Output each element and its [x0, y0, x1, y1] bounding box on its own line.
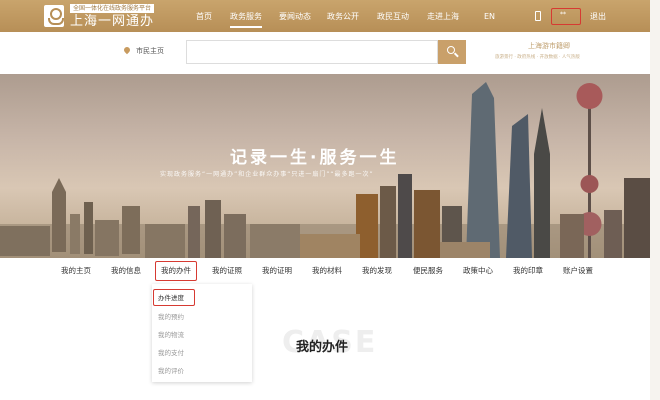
- user-name[interactable]: **: [560, 11, 566, 19]
- dropdown-my-appointments[interactable]: 我的预约: [158, 312, 184, 322]
- subnav-my-materials[interactable]: 我的材料: [312, 258, 342, 284]
- my-cases-highlight: [155, 261, 197, 281]
- nav-english[interactable]: EN: [484, 0, 495, 32]
- subnav-my-home[interactable]: 我的主页: [61, 258, 91, 284]
- hero-banner: 记录一生·服务一生 实现政务服务“一网通办”和企业群众办事“只进一扇门”“最多跑…: [0, 74, 660, 258]
- citizen-home-link[interactable]: 市民主页: [136, 46, 164, 56]
- dropdown-my-logistics[interactable]: 我的物流: [158, 330, 184, 340]
- mobile-phone-icon[interactable]: [535, 11, 541, 21]
- subnav-policy-center[interactable]: 政策中心: [463, 258, 493, 284]
- case-progress-highlight: [153, 289, 195, 306]
- right-edge-strip: [650, 0, 660, 400]
- subnav-convenience-services[interactable]: 便民服务: [413, 258, 443, 284]
- logo-title[interactable]: 上海一网通办: [70, 14, 154, 29]
- search-row: 市民主页 上海游市籍卿 旅游景行 · 政府热线 · 开放数据 · 人气热版: [0, 32, 660, 74]
- logo-icon[interactable]: [44, 5, 64, 27]
- dropdown-my-payments[interactable]: 我的支付: [158, 348, 184, 358]
- search-icon-handle: [454, 52, 459, 58]
- logout-link[interactable]: 退出: [590, 0, 606, 34]
- mayor-hotline-title[interactable]: 上海游市籍卿: [528, 41, 570, 51]
- subnav-my-info[interactable]: 我的信息: [111, 258, 141, 284]
- nav-home[interactable]: 首页: [196, 0, 212, 32]
- subnav-my-seals[interactable]: 我的印章: [513, 258, 543, 284]
- nav-government-services[interactable]: 政务服务: [230, 0, 262, 32]
- page-title: 我的办件: [296, 340, 349, 355]
- nav-open-government[interactable]: 政务公开: [327, 0, 359, 32]
- my-cases-dropdown: 办件进度 我的预约 我的物流 我的支付 我的评价: [152, 284, 252, 382]
- hero-title: 记录一生·服务一生: [230, 148, 400, 168]
- hero-subtitle: 实现政务服务“一网通办”和企业群众办事“只进一扇门”“最多跑一次”: [160, 171, 374, 178]
- location-pin-icon: [122, 45, 132, 55]
- nav-news[interactable]: 要闻动态: [279, 0, 311, 32]
- subnav-my-discoveries[interactable]: 我的发现: [362, 258, 392, 284]
- subnav-account-settings[interactable]: 账户设置: [563, 258, 593, 284]
- dropdown-my-reviews[interactable]: 我的评价: [158, 366, 184, 376]
- subnav-my-licenses[interactable]: 我的证照: [212, 258, 242, 284]
- subnav-my-certificates[interactable]: 我的证明: [262, 258, 292, 284]
- nav-interaction[interactable]: 政民互动: [377, 0, 409, 32]
- mayor-hotline-tags: 旅游景行 · 政府热线 · 开放数据 · 人气热版: [495, 55, 580, 60]
- user-account-highlight: [551, 8, 581, 25]
- top-navigation-bar: 全国一体化在线政务服务平台 上海一网通办 首页 政务服务 要闻动态 政务公开 政…: [0, 0, 660, 32]
- search-button[interactable]: [438, 40, 466, 64]
- logo-subtitle: 全国一体化在线政务服务平台: [70, 4, 155, 13]
- nav-visit-shanghai[interactable]: 走进上海: [427, 0, 459, 32]
- search-input[interactable]: [186, 40, 438, 64]
- personal-center-nav: 我的主页 我的信息 我的办件 我的证照 我的证明 我的材料 我的发现 便民服务 …: [0, 258, 660, 284]
